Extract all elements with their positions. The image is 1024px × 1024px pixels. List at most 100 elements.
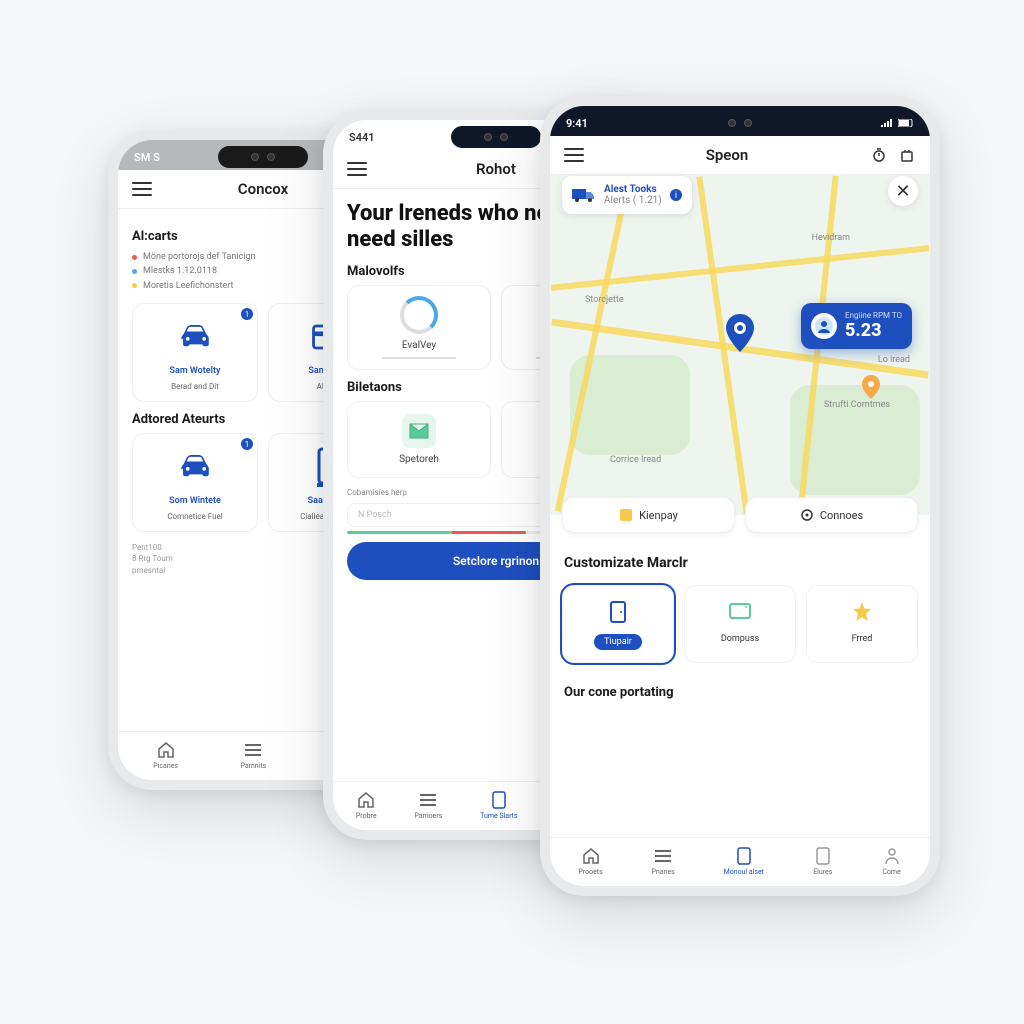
subheading: Our cone portating (550, 671, 930, 704)
nav-label: Monoul alset (724, 868, 764, 876)
menu-icon[interactable] (564, 148, 584, 162)
map-marker-icon[interactable] (862, 375, 880, 399)
home-icon (356, 790, 376, 810)
home-icon (156, 740, 176, 760)
nav-item[interactable]: Probre (356, 790, 377, 820)
card-label: Sam Wotelty (170, 366, 221, 376)
nav-label: Probre (356, 812, 377, 820)
menu-icon (418, 790, 438, 810)
doc-icon (813, 846, 833, 866)
nav-label: Picanes (153, 762, 178, 770)
alert-card-fuel[interactable]: 1 Som Wintete Comnetice Fuel (132, 433, 258, 532)
nav-label: Pamoers (414, 812, 442, 820)
menu-icon[interactable] (132, 182, 152, 196)
target-icon (800, 508, 814, 522)
notch (695, 112, 785, 134)
ring-chart-icon (400, 296, 438, 334)
bullet-item: Moretis Leefichonstert (143, 279, 233, 293)
customize-card[interactable]: Tiupair (562, 585, 674, 663)
metric-card[interactable]: EvalVey (347, 285, 491, 370)
svg-text:i: i (675, 191, 677, 201)
nav-item[interactable]: Tume Slarts (480, 790, 517, 820)
card-label: Som Wintete (169, 496, 221, 506)
doc-icon (734, 846, 754, 866)
map-label: Hevidram (812, 233, 850, 243)
map-tooltip[interactable]: Engiine RPM TO 5.23 (801, 303, 912, 349)
doc-icon (489, 790, 509, 810)
nav-item[interactable]: Monoul alset (724, 846, 764, 876)
badge-icon: 1 (241, 438, 253, 450)
notch (218, 146, 308, 168)
nav-label: Tume Slarts (480, 812, 517, 820)
home-icon (581, 846, 601, 866)
section-title: Customizate Marclr (550, 541, 930, 579)
alert-card-car[interactable]: 1 Sam Wotelty Berad and Dit (132, 303, 258, 402)
card-label: Spetoreh (399, 454, 439, 465)
nav-item[interactable]: Prooets (578, 846, 602, 876)
chip-sub: Alerts ( 1.21) (604, 195, 662, 206)
nav-item[interactable]: Pnanes (652, 846, 675, 876)
bottom-nav: Prooets Pnanes Monoul alset Elures Come (550, 837, 930, 886)
nav-label: Come (882, 868, 900, 876)
door-icon (604, 598, 632, 626)
top-bar: Speon (550, 136, 930, 175)
map-view[interactable]: Hevidram Storcjette Strufti Corntmes Cor… (550, 175, 930, 515)
nav-label: Pnanes (652, 868, 675, 876)
chip-label: Frred (852, 634, 873, 644)
action-card[interactable]: Spetoreh (347, 401, 491, 478)
map-label: Corrice Iread (610, 455, 661, 465)
map-label: Lo iread (878, 355, 910, 365)
bullet-item: Möne portorojs def Tanicign (143, 250, 255, 264)
nav-item[interactable]: Pamoers (414, 790, 442, 820)
avatar-icon (811, 313, 837, 339)
segment-button[interactable]: Kienpay (562, 497, 735, 533)
info-icon: i (670, 189, 682, 201)
tooltip-label: Engiine RPM TO (845, 311, 902, 320)
chip-label: Tiupair (594, 634, 642, 650)
close-icon: ✕ (895, 181, 910, 202)
map-label: Storcjette (585, 295, 624, 305)
close-button[interactable]: ✕ (888, 176, 918, 206)
timer-icon[interactable] (870, 146, 888, 164)
seg-label: Connoes (820, 509, 863, 522)
segment-button[interactable]: Connoes (745, 497, 918, 533)
chip-title: Alest Tooks (604, 184, 662, 195)
card-sublabel: Berad and Dit (171, 382, 219, 391)
settings-icon[interactable] (898, 146, 916, 164)
notch (451, 126, 541, 148)
menu-icon (243, 740, 263, 760)
car-icon (172, 314, 218, 360)
map-pin-icon[interactable] (726, 314, 754, 352)
menu-icon (653, 846, 673, 866)
star-icon (848, 598, 876, 626)
bullet-item: Mlestks 1.12.0118 (143, 264, 217, 278)
phone-right: 9:41 Speon Hevidram Storcjette Strufti C… (540, 96, 940, 896)
signal-icon (880, 118, 914, 128)
status-time: 9:41 (566, 117, 588, 130)
nav-menu[interactable]: Pamnits (240, 740, 266, 770)
card-sublabel: Comnetice Fuel (167, 512, 222, 521)
nav-item[interactable]: Come (882, 846, 902, 876)
status-time: S441 (349, 131, 375, 144)
alert-chip[interactable]: Alest Tooks Alerts ( 1.21) i (562, 176, 692, 214)
nav-label: Pamnits (240, 762, 266, 770)
page-title: Rohot (476, 160, 516, 178)
page-title: Concox (238, 180, 288, 198)
metric-label: EvalVey (402, 340, 436, 351)
menu-icon[interactable] (347, 162, 367, 176)
user-icon (882, 846, 902, 866)
screen-icon (726, 598, 754, 626)
nav-label: Prooets (578, 868, 602, 876)
map-label: Strufti Corntmes (824, 400, 890, 410)
mail-icon (402, 414, 436, 448)
customize-card[interactable]: Frred (806, 585, 918, 663)
seg-label: Kienpay (639, 509, 678, 522)
truck-icon (572, 186, 596, 204)
nav-home[interactable]: Picanes (153, 740, 178, 770)
badge-icon: 1 (241, 308, 253, 320)
car-icon (172, 444, 218, 490)
customize-card[interactable]: Dompuss (684, 585, 796, 663)
tooltip-value: 5.23 (845, 320, 902, 341)
nav-item[interactable]: Elures (813, 846, 833, 876)
chip-label: Dompuss (721, 634, 759, 644)
